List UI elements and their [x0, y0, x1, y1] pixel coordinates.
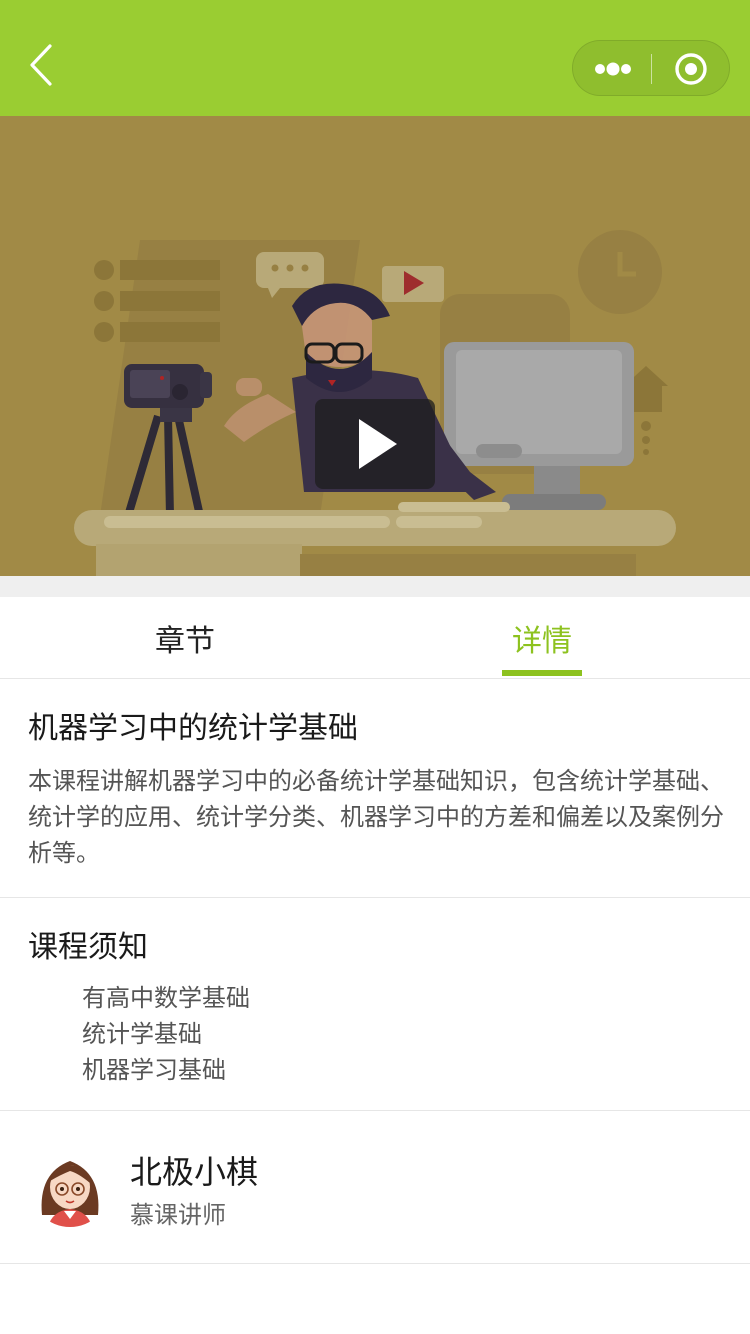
- menu-capsule: [572, 40, 730, 96]
- tab-bar: 章节 详情: [0, 597, 750, 679]
- more-dots-icon: [595, 62, 631, 76]
- tab-details[interactable]: 详情: [462, 597, 622, 679]
- active-tab-indicator: [502, 670, 582, 676]
- more-button[interactable]: [573, 41, 651, 97]
- close-button[interactable]: [652, 41, 731, 97]
- play-icon: [359, 419, 397, 469]
- chevron-left-icon: [30, 44, 52, 86]
- notice-title: 课程须知: [28, 930, 148, 965]
- back-button[interactable]: [22, 40, 62, 90]
- teacher-avatar-icon: [30, 1147, 110, 1227]
- target-close-icon: [675, 53, 707, 85]
- teacher-role: 慕课讲师: [130, 1201, 226, 1229]
- course-notice-section: 课程须知 有高中数学基础 统计学基础 机器学习基础: [0, 898, 750, 1111]
- avatar: [30, 1147, 110, 1227]
- course-description: 本课程讲解机器学习中的必备统计学基础知识，包含统计学基础、统计学的应用、统计学分…: [28, 767, 724, 867]
- course-title: 机器学习中的统计学基础: [28, 711, 358, 746]
- navigation-bar: [0, 0, 750, 116]
- notice-list: 有高中数学基础 统计学基础 机器学习基础: [82, 980, 250, 1088]
- video-cover-illustration: [0, 116, 750, 576]
- play-button[interactable]: [315, 399, 435, 489]
- notice-item: 有高中数学基础: [82, 984, 250, 1012]
- section-gap: [0, 576, 750, 597]
- notice-item: 机器学习基础: [82, 1056, 226, 1084]
- notice-item: 统计学基础: [82, 1020, 202, 1048]
- teacher-name: 北极小棋: [130, 1153, 259, 1191]
- course-intro-section: 机器学习中的统计学基础 本课程讲解机器学习中的必备统计学基础知识，包含统计学基础…: [0, 679, 750, 898]
- tab-chapters[interactable]: 章节: [100, 597, 270, 679]
- video-player[interactable]: [0, 116, 750, 576]
- teacher-section[interactable]: 北极小棋 慕课讲师: [0, 1111, 750, 1264]
